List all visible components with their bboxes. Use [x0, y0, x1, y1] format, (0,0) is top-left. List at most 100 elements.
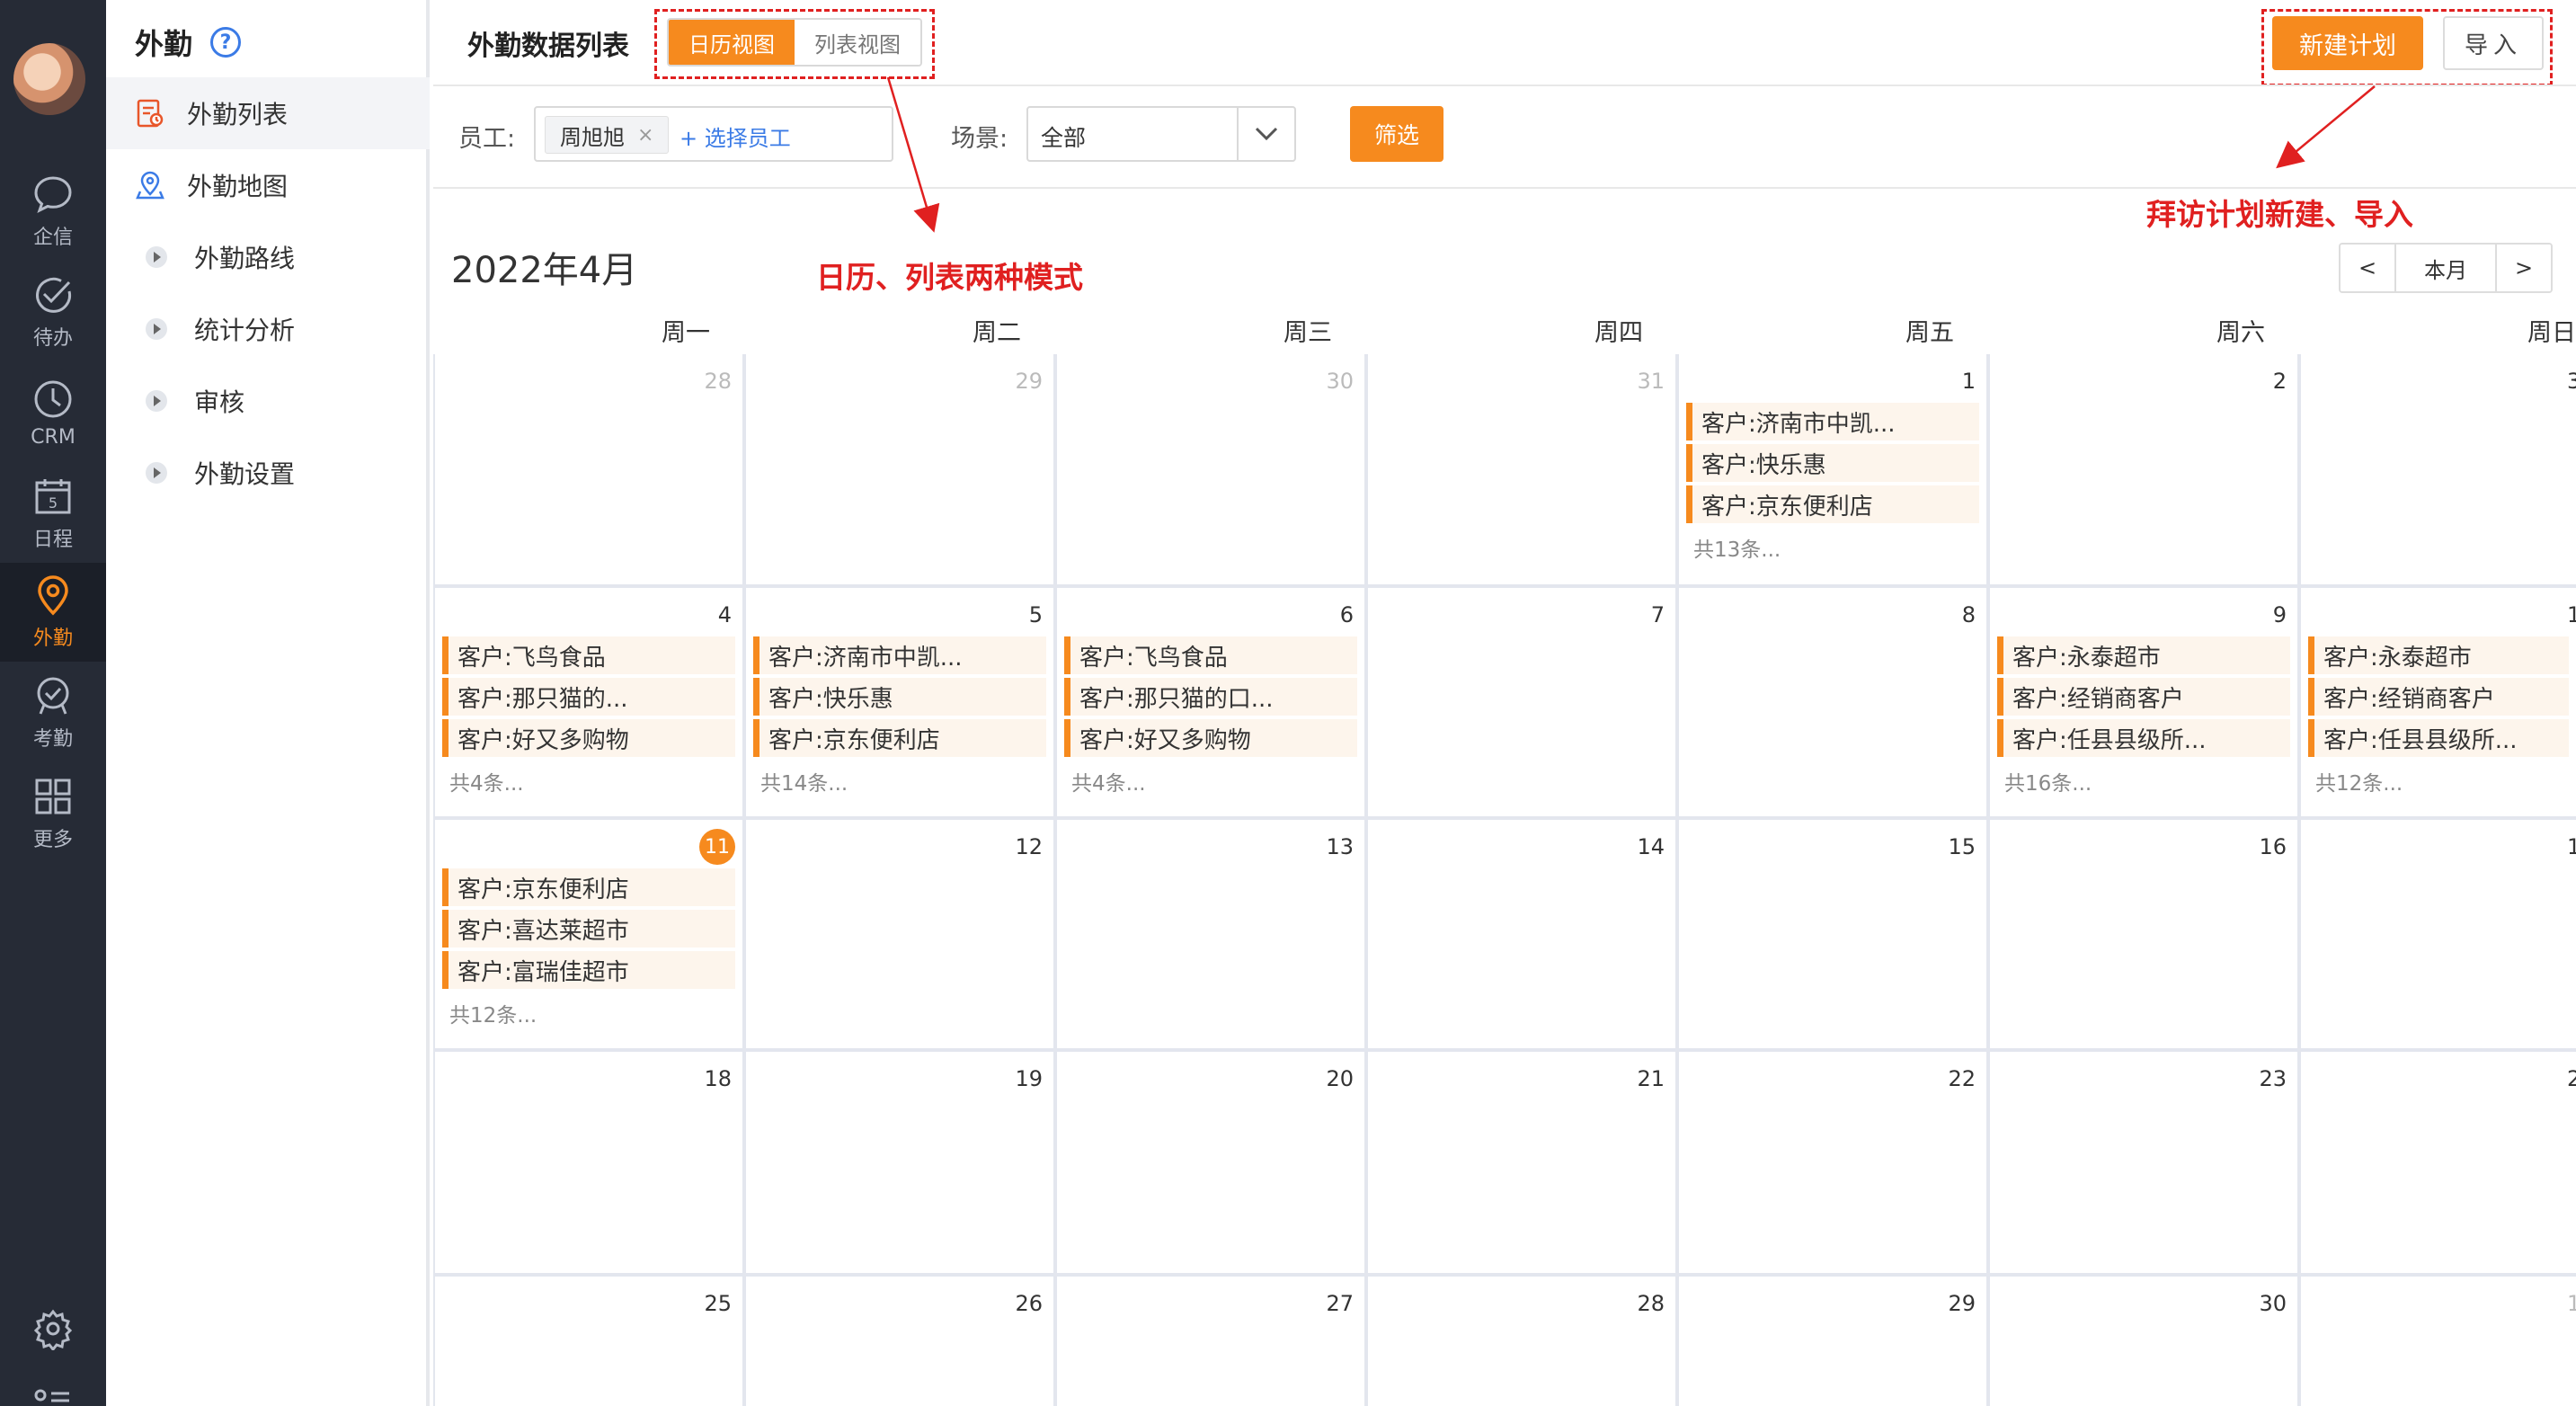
filter-button[interactable]: 筛选 [1350, 106, 1443, 162]
event-item[interactable]: 客户:京东便利店 [753, 719, 1046, 757]
day-number: 18 [704, 1066, 732, 1091]
employee-select[interactable]: 周旭旭 × + 选择员工 [534, 106, 893, 162]
calendar-day-cell[interactable]: 26 [746, 1277, 1053, 1406]
event-item[interactable]: 客户:京东便利店 [1686, 485, 1979, 523]
calendar-day-cell[interactable]: 28 [1368, 1277, 1675, 1406]
tag-close-icon[interactable]: × [637, 124, 653, 147]
event-item[interactable]: 客户:那只猫的... [442, 678, 735, 716]
settings-gear-icon[interactable] [31, 1307, 75, 1350]
calendar-day-cell[interactable]: 17 [2301, 820, 2576, 1048]
calendar-day-cell[interactable]: 15 [1679, 820, 1986, 1048]
calendar-day-cell[interactable]: 27 [1057, 1277, 1364, 1406]
event-item[interactable]: 客户:经销商客户 [2308, 678, 2569, 716]
calendar-day-cell[interactable]: 24 [2301, 1052, 2576, 1273]
calendar-day-cell[interactable]: 10 客户:永泰超市客户:经销商客户客户:任县县级所... 共12条... [2301, 588, 2576, 816]
sidebar-item-statistics[interactable]: 统计分析 [106, 293, 430, 365]
event-item[interactable]: 客户:富瑞佳超市 [442, 951, 735, 989]
event-item[interactable]: 客户:永泰超市 [1997, 636, 2290, 674]
help-icon[interactable]: ? [210, 27, 242, 58]
expand-arrow-icon[interactable] [146, 462, 167, 484]
menu-list-icon[interactable] [31, 1384, 75, 1406]
calendar-day-cell[interactable]: 12 [746, 820, 1053, 1048]
calendar-day-cell[interactable]: 19 [746, 1052, 1053, 1273]
more-events-link[interactable]: 共16条... [2004, 766, 2092, 796]
user-avatar[interactable] [13, 43, 85, 115]
sidebar-item-field-map[interactable]: 外勤地图 [106, 149, 430, 221]
calendar-day-cell[interactable]: 20 [1057, 1052, 1364, 1273]
event-item[interactable]: 客户:快乐惠 [1686, 444, 1979, 482]
day-number: 1 [2567, 1291, 2576, 1316]
nav-item-attendance[interactable]: 考勤 [0, 663, 106, 762]
next-month-button[interactable]: > [2497, 245, 2551, 291]
nav-item-schedule[interactable]: 5 日程 [0, 464, 106, 563]
scene-select[interactable]: 全部 [1026, 106, 1296, 162]
more-events-link[interactable]: 共12条... [2315, 766, 2403, 796]
nav-item-qixin[interactable]: 企信 [0, 162, 106, 261]
calendar-day-cell[interactable]: 6 客户:飞鸟食品 客户:那只猫的口... 客户:好又多购物 共4条... [1057, 588, 1364, 816]
calendar-day-cell[interactable]: 14 [1368, 820, 1675, 1048]
calendar-day-cell[interactable]: 22 [1679, 1052, 1986, 1273]
calendar-day-cell[interactable]: 30 [1057, 354, 1364, 584]
calendar-day-cell[interactable]: 13 [1057, 820, 1364, 1048]
calendar-day-cell[interactable]: 23 [1990, 1052, 2297, 1273]
event-item[interactable]: 客户:飞鸟食品 [442, 636, 735, 674]
expand-arrow-icon[interactable] [146, 318, 167, 340]
more-events-link[interactable]: 共12条... [449, 998, 537, 1028]
nav-item-field-work[interactable]: 外勤 [0, 563, 106, 662]
expand-arrow-icon[interactable] [146, 246, 167, 268]
prev-month-button[interactable]: < [2341, 245, 2394, 291]
event-item[interactable]: 客户:好又多购物 [1064, 719, 1357, 757]
nav-item-todo[interactable]: 待办 [0, 263, 106, 361]
calendar-day-cell[interactable]: 31 [1368, 354, 1675, 584]
calendar-day-cell[interactable]: 18 [435, 1052, 742, 1273]
calendar-day-cell[interactable]: 4 客户:飞鸟食品 客户:那只猫的... 客户:好又多购物 共4条... [435, 588, 742, 816]
nav-label: 待办 [32, 327, 73, 350]
more-events-link[interactable]: 共4条... [449, 766, 524, 796]
calendar-day-cell[interactable]: 29 [746, 354, 1053, 584]
sidebar-item-field-settings[interactable]: 外勤设置 [106, 437, 430, 509]
event-item[interactable]: 客户:济南市中凯... [753, 636, 1046, 674]
calendar-day-cell[interactable]: 21 [1368, 1052, 1675, 1273]
calendar-day-cell[interactable]: 29 [1679, 1277, 1986, 1406]
calendar-day-cell[interactable]: 25 [435, 1277, 742, 1406]
select-employee-link[interactable]: + 选择员工 [680, 120, 791, 152]
calendar-day-cell[interactable]: 2 [1990, 354, 2297, 584]
sidebar-item-field-list[interactable]: 外勤列表 [106, 77, 430, 149]
event-item[interactable]: 客户:永泰超市 [2308, 636, 2569, 674]
event-item[interactable]: 客户:济南市中凯... [1686, 403, 1979, 440]
event-item[interactable]: 客户:好又多购物 [442, 719, 735, 757]
current-month-button[interactable]: 本月 [2394, 245, 2497, 291]
event-item[interactable]: 客户:飞鸟食品 [1064, 636, 1357, 674]
annotation-box-plan [2261, 9, 2553, 86]
expand-arrow-icon[interactable] [146, 390, 167, 412]
nav-item-crm[interactable]: CRM [0, 363, 106, 462]
more-events-link[interactable]: 共4条... [1071, 766, 1146, 796]
calendar-day-cell[interactable]: 1 客户:济南市中凯... 客户:快乐惠 客户:京东便利店共13条... [1679, 354, 1986, 584]
more-events-link[interactable]: 共14条... [760, 766, 848, 796]
day-number: 1 [1961, 369, 1976, 394]
calendar-day-cell[interactable]: 9 客户:永泰超市 客户:经销商客户 客户:任县县级所... 共16条... [1990, 588, 2297, 816]
calendar-day-cell[interactable]: 16 [1990, 820, 2297, 1048]
weekday-label: 周一 [662, 319, 710, 347]
more-events-link[interactable]: 共13条... [1693, 532, 1781, 563]
calendar-day-cell[interactable]: 28 [435, 354, 742, 584]
event-item[interactable]: 客户:经销商客户 [1997, 678, 2290, 716]
chevron-down-icon[interactable] [1237, 108, 1294, 160]
nav-item-more[interactable]: 更多 [0, 764, 106, 863]
event-item[interactable]: 客户:任县县级所... [1997, 719, 2290, 757]
calendar-day-cell[interactable]: 3 [2301, 354, 2576, 584]
event-item[interactable]: 客户:快乐惠 [753, 678, 1046, 716]
calendar-day-cell[interactable]: 30 [1990, 1277, 2297, 1406]
event-item[interactable]: 客户:任县县级所... [2308, 719, 2569, 757]
calendar-day-cell[interactable]: 8 [1679, 588, 1986, 816]
calendar-day-cell[interactable]: 7 [1368, 588, 1675, 816]
event-item[interactable]: 客户:京东便利店 [442, 868, 735, 906]
event-item[interactable]: 客户:喜达莱超市 [442, 910, 735, 948]
calendar-day-cell[interactable]: 1 [2301, 1277, 2576, 1406]
event-item[interactable]: 客户:那只猫的口... [1064, 678, 1357, 716]
calendar-day-cell[interactable]: 5 客户:济南市中凯... 客户:快乐惠 客户:京东便利店 共14条... [746, 588, 1053, 816]
sidebar-item-field-route[interactable]: 外勤路线 [106, 221, 430, 293]
calendar-day-cell[interactable]: 11 客户:京东便利店 客户:喜达莱超市 客户:富瑞佳超市 共12条... [435, 820, 742, 1048]
sidebar-item-review[interactable]: 审核 [106, 365, 430, 437]
weekday-label: 周四 [1594, 319, 1643, 347]
